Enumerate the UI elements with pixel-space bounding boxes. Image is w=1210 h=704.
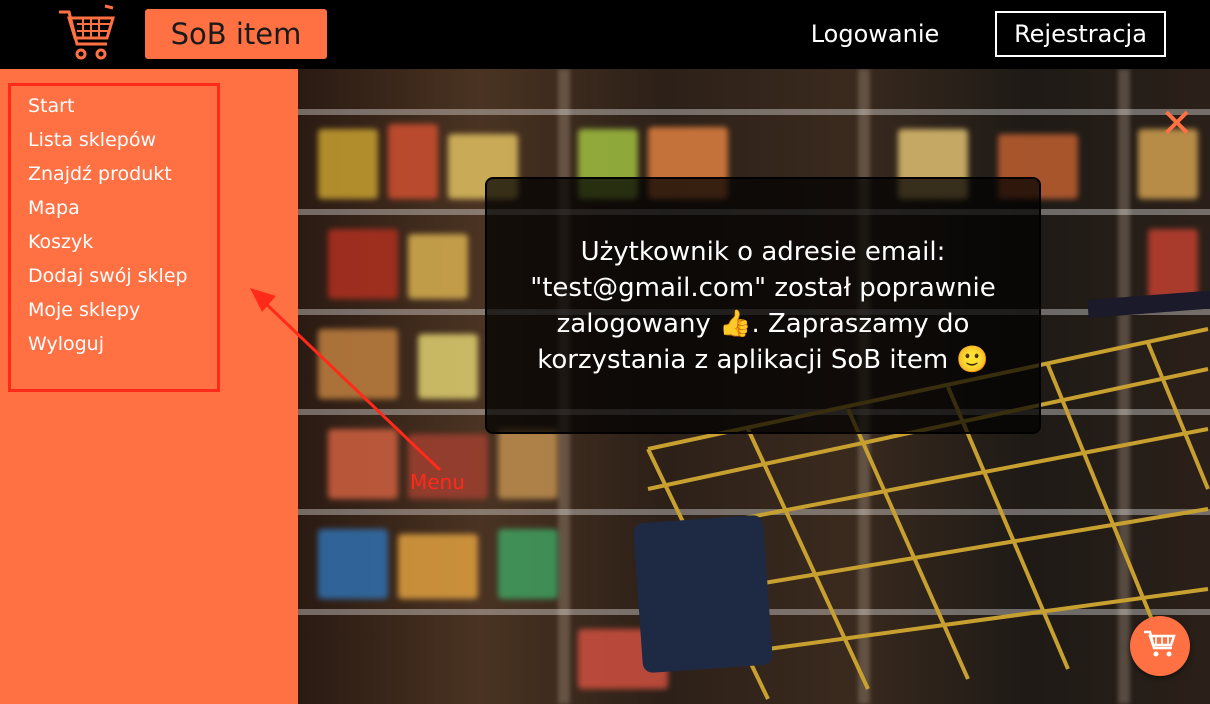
floating-cart-button[interactable] bbox=[1130, 616, 1190, 676]
sidebar-item-map[interactable]: Mapa bbox=[28, 194, 188, 228]
close-icon[interactable]: ✕ bbox=[1160, 104, 1194, 144]
top-navbar: SoB item Logowanie Rejestracja bbox=[0, 0, 1210, 69]
annotation-label: Menu bbox=[410, 470, 465, 494]
sidebar-item-cart[interactable]: Koszyk bbox=[28, 228, 188, 262]
brand-button[interactable]: SoB item bbox=[145, 9, 327, 59]
sidebar-item-my-shops[interactable]: Moje sklepy bbox=[28, 296, 188, 330]
shopping-cart-icon bbox=[1142, 628, 1178, 664]
dialog-message: Użytkownik o adresie email: "test@gmail.… bbox=[530, 236, 996, 375]
register-button[interactable]: Rejestracja bbox=[995, 11, 1166, 57]
login-success-dialog: Użytkownik o adresie email: "test@gmail.… bbox=[485, 177, 1041, 434]
sidebar-item-shop-list[interactable]: Lista sklepów bbox=[28, 126, 188, 160]
login-link[interactable]: Logowanie bbox=[780, 14, 970, 54]
shopping-cart-icon[interactable] bbox=[55, 4, 119, 64]
sidebar-item-start[interactable]: Start bbox=[28, 92, 188, 126]
sidebar-item-find-product[interactable]: Znajdź produkt bbox=[28, 160, 188, 194]
sidebar-item-add-shop[interactable]: Dodaj swój sklep bbox=[28, 262, 188, 296]
sidebar-nav: Start Lista sklepów Znajdź produkt Mapa … bbox=[28, 92, 188, 364]
sidebar-item-logout[interactable]: Wyloguj bbox=[28, 330, 188, 364]
